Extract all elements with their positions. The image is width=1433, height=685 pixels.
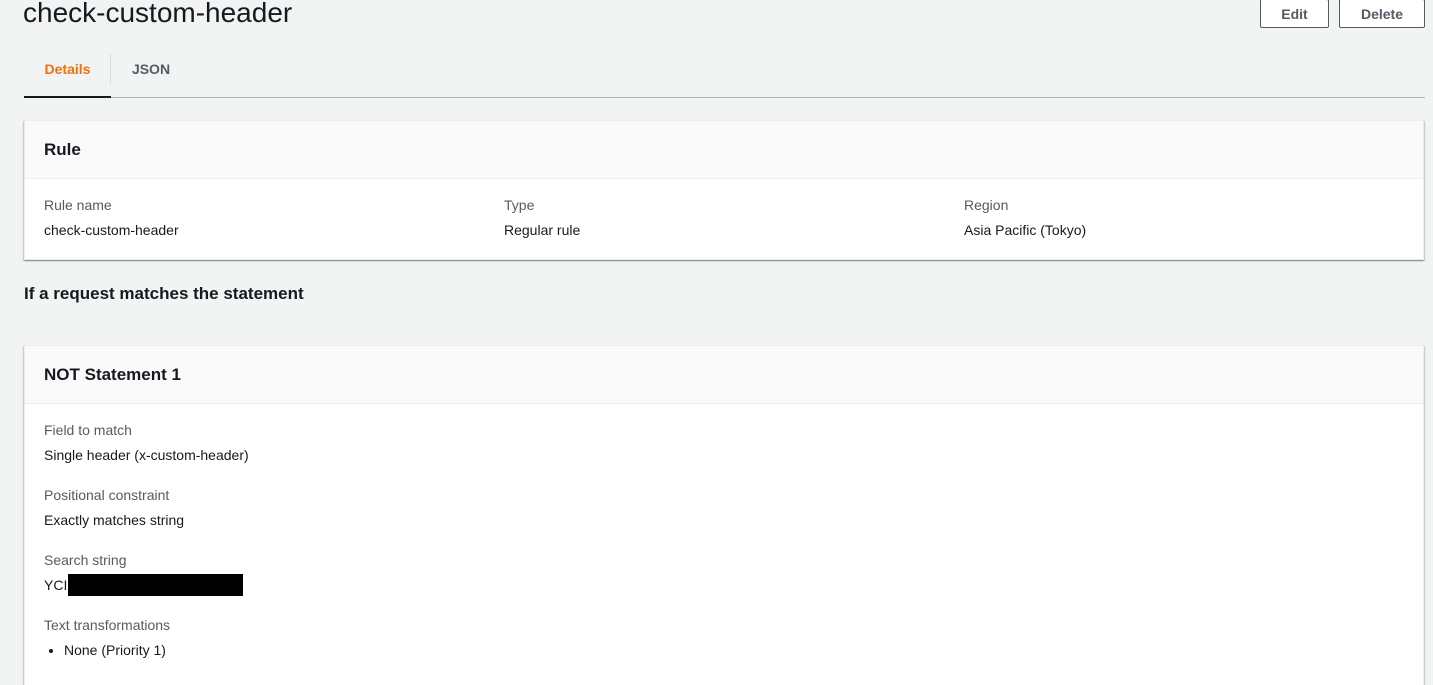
tab-json[interactable]: JSON	[111, 40, 191, 98]
rule-name-value: check-custom-header	[44, 222, 179, 238]
statement-panel-heading: NOT Statement 1	[25, 346, 1423, 404]
rule-type-field: Type Regular rule	[504, 195, 580, 240]
positional-constraint-label: Positional constraint	[44, 487, 170, 503]
tab-details[interactable]: Details	[24, 40, 111, 98]
positional-constraint-value: Exactly matches string	[44, 512, 185, 528]
field-to-match-label: Field to match	[44, 422, 132, 438]
rule-region-label: Region	[964, 197, 1009, 213]
rule-name-field: Rule name check-custom-header	[44, 195, 179, 240]
delete-button[interactable]: Delete	[1339, 0, 1425, 28]
field-to-match: Field to match Single header (x-custom-h…	[44, 420, 249, 465]
text-transformations-list: None (Priority 1)	[44, 640, 170, 660]
rule-region-value: Asia Pacific (Tokyo)	[964, 222, 1087, 238]
text-transformations: Text transformations None (Priority 1)	[44, 615, 170, 660]
rule-panel-heading: Rule	[25, 121, 1423, 179]
tab-bar: Details JSON	[24, 40, 1425, 98]
page: check-custom-header Edit Delete Details …	[0, 0, 1433, 685]
search-string-value: YCI	[44, 577, 68, 593]
rule-region-field: Region Asia Pacific (Tokyo)	[964, 195, 1086, 240]
rule-panel: Rule Rule name check-custom-header Type …	[24, 120, 1424, 260]
redaction-block	[68, 574, 244, 597]
rule-type-value: Regular rule	[504, 222, 581, 238]
rule-type-label: Type	[504, 197, 535, 213]
field-to-match-value: Single header (x-custom-header)	[44, 447, 249, 463]
statement-section-heading: If a request matches the statement	[24, 284, 304, 303]
text-transformations-label: Text transformations	[44, 617, 171, 633]
positional-constraint: Positional constraint Exactly matches st…	[44, 485, 184, 530]
search-string-value-row: YCI	[44, 574, 244, 597]
statement-panel: NOT Statement 1 Field to match Single he…	[24, 345, 1424, 685]
search-string: Search string YCI	[44, 550, 244, 597]
list-item: None (Priority 1)	[64, 640, 170, 660]
search-string-label: Search string	[44, 552, 127, 568]
edit-button[interactable]: Edit	[1260, 0, 1329, 28]
rule-name-label: Rule name	[44, 197, 112, 213]
page-title: check-custom-header	[23, 0, 293, 28]
